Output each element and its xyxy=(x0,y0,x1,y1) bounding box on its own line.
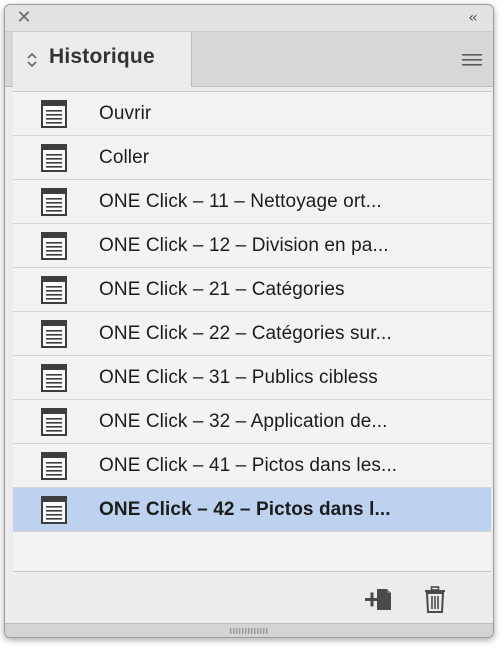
document-icon xyxy=(41,188,67,216)
history-state-row[interactable]: ONE Click – 41 – Pictos dans les... xyxy=(13,444,491,488)
new-document-from-state-icon[interactable] xyxy=(363,586,395,614)
document-icon xyxy=(41,100,67,128)
history-list[interactable]: Ouvrir Coller ONE Click – 11 – Nettoyage o… xyxy=(13,91,491,572)
history-state-row[interactable]: ONE Click – 31 – Publics cibless xyxy=(13,356,491,400)
double-chevron-left-icon[interactable]: ‹‹ xyxy=(461,9,483,27)
history-state-label: ONE Click – 42 – Pictos dans l... xyxy=(99,499,391,520)
history-state-label: Ouvrir xyxy=(99,103,152,124)
document-icon xyxy=(41,408,67,436)
panel-footer xyxy=(13,571,491,624)
document-icon xyxy=(41,144,67,172)
history-state-row[interactable]: Coller xyxy=(13,136,491,180)
hamburger-menu-icon[interactable] xyxy=(461,52,483,68)
history-state-label: ONE Click – 11 – Nettoyage ort... xyxy=(99,191,382,212)
trash-icon[interactable] xyxy=(423,586,447,614)
history-state-label: ONE Click – 31 – Publics cibless xyxy=(99,367,378,388)
document-icon xyxy=(41,232,67,260)
history-state-label: ONE Click – 21 – Catégories xyxy=(99,279,345,300)
history-state-label: ONE Click – 32 – Application de... xyxy=(99,411,388,432)
document-icon xyxy=(41,276,67,304)
history-panel: ✕ ‹‹ Historique Ouvrir Coller ONE Click – … xyxy=(4,4,494,638)
history-state-row[interactable]: ONE Click – 11 – Nettoyage ort... xyxy=(13,180,491,224)
history-state-row[interactable]: ONE Click – 12 – Division en pa... xyxy=(13,224,491,268)
history-state-label: ONE Click – 41 – Pictos dans les... xyxy=(99,455,398,476)
history-state-row[interactable]: ONE Click – 32 – Application de... xyxy=(13,400,491,444)
panel-resize-strip xyxy=(5,623,493,637)
history-state-row[interactable]: ONE Click – 21 – Catégories xyxy=(13,268,491,312)
tab-historique[interactable]: Historique xyxy=(13,32,192,87)
document-icon xyxy=(41,320,67,348)
panel-tabstrip: Historique xyxy=(5,32,493,87)
tab-label: Historique xyxy=(49,45,155,68)
document-icon xyxy=(41,364,67,392)
history-state-row[interactable]: Ouvrir xyxy=(13,92,491,136)
panel-titlebar[interactable]: ✕ ‹‹ xyxy=(5,5,493,32)
history-state-label: ONE Click – 12 – Division en pa... xyxy=(99,235,389,256)
history-state-label: ONE Click – 22 – Catégories sur... xyxy=(99,323,392,344)
up-down-chevron-icon[interactable] xyxy=(25,51,39,69)
close-icon[interactable]: ✕ xyxy=(15,9,33,27)
resize-grip-icon[interactable] xyxy=(229,627,269,635)
history-state-label: Coller xyxy=(99,147,150,168)
history-state-row[interactable]: ONE Click – 22 – Catégories sur... xyxy=(13,312,491,356)
document-icon xyxy=(41,496,67,524)
document-icon xyxy=(41,452,67,480)
history-state-row[interactable]: ONE Click – 42 – Pictos dans l... xyxy=(13,488,491,532)
